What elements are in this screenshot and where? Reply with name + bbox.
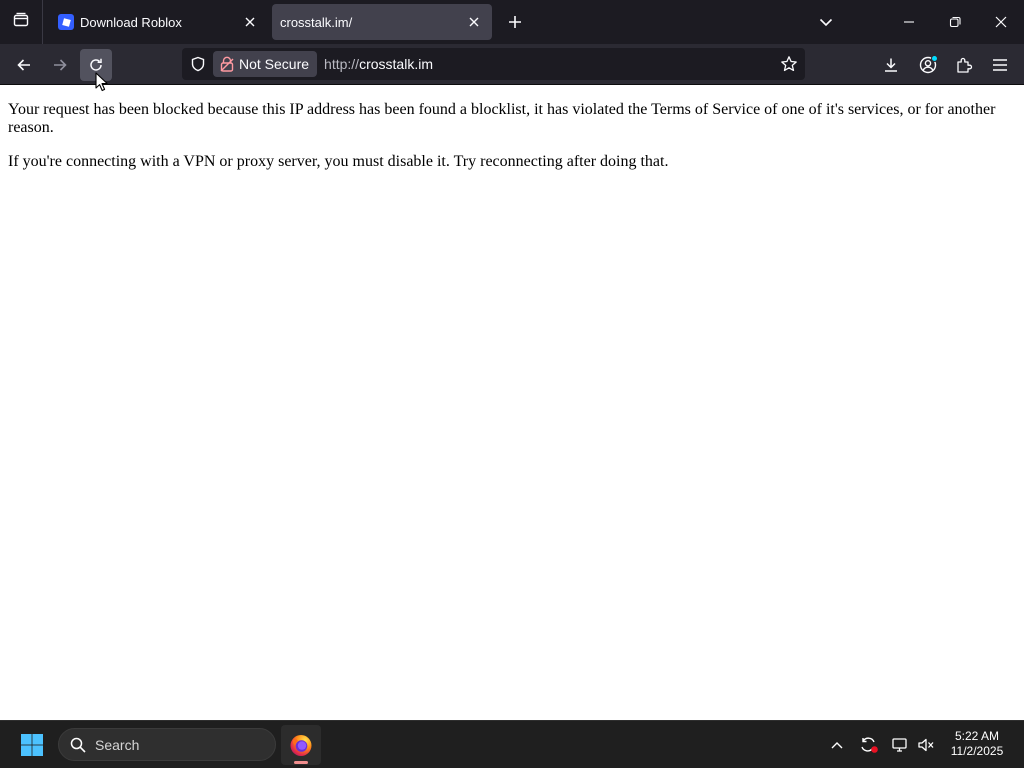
account-button[interactable]	[912, 49, 944, 81]
volume-muted-icon	[918, 738, 934, 752]
volume-tray-button[interactable]	[914, 729, 938, 761]
not-secure-label: Not Secure	[239, 56, 310, 72]
forward-button[interactable]	[44, 49, 76, 81]
taskbar: Search 5:22 AM 11/2/2025	[0, 720, 1024, 768]
tab-divider	[42, 0, 43, 44]
vpn-message: If you're connecting with a VPN or proxy…	[8, 153, 669, 170]
page-content: Your request has been blocked because th…	[0, 85, 1024, 720]
sync-tray-button[interactable]	[856, 729, 882, 761]
url-host: crosstalk.im	[359, 56, 433, 72]
url-scheme: http://	[324, 56, 360, 72]
firefox-taskbar-button[interactable]	[281, 725, 321, 765]
account-notification-dot	[931, 55, 938, 62]
app-menu-button[interactable]	[984, 49, 1016, 81]
hamburger-menu-icon	[993, 59, 1007, 71]
show-hidden-icons-button[interactable]	[826, 729, 848, 761]
lock-warning-icon	[219, 55, 235, 73]
tab-close-button[interactable]	[462, 10, 486, 34]
clock-date: 11/2/2025	[950, 744, 1004, 758]
tab-download-roblox[interactable]: Download Roblox	[46, 4, 268, 40]
tab-list-button[interactable]	[0, 0, 42, 44]
search-placeholder: Search	[95, 736, 140, 753]
reload-icon	[90, 58, 102, 71]
running-app-indicator	[294, 761, 308, 764]
system-clock[interactable]: 5:22 AM 11/2/2025	[944, 729, 1010, 759]
plus-icon	[509, 16, 521, 28]
bookmark-button[interactable]	[773, 48, 805, 80]
url-text[interactable]: http://crosstalk.im	[324, 56, 773, 72]
shield-icon	[191, 56, 205, 72]
restore-icon	[949, 16, 961, 28]
search-icon	[61, 737, 95, 753]
site-security-indicator[interactable]: Not Secure	[213, 51, 318, 77]
network-tray-button[interactable]	[888, 729, 912, 761]
downloads-button[interactable]	[875, 49, 907, 81]
close-window-button[interactable]	[978, 0, 1024, 44]
mouse-cursor-icon	[95, 72, 108, 92]
firefox-icon	[290, 735, 312, 756]
tracking-protection-button[interactable]	[183, 48, 213, 80]
tab-title: Download Roblox	[80, 14, 182, 30]
star-icon	[781, 56, 797, 72]
minimize-button[interactable]	[886, 0, 932, 44]
back-button[interactable]	[8, 49, 40, 81]
tab-list-icon	[12, 11, 30, 34]
tab-strip: Download Roblox crosstalk.im/	[0, 0, 1024, 44]
extensions-icon	[957, 57, 973, 73]
sync-icon	[861, 737, 878, 753]
tab-close-button[interactable]	[238, 10, 262, 34]
navigation-toolbar: Not Secure http://crosstalk.im	[0, 44, 1024, 85]
back-arrow-icon	[17, 59, 30, 71]
blocked-message: Your request has been blocked because th…	[8, 101, 996, 136]
extensions-button[interactable]	[948, 49, 980, 81]
minimize-icon	[904, 21, 914, 23]
windows-logo-icon	[21, 734, 43, 756]
restore-button[interactable]	[932, 0, 978, 44]
forward-arrow-icon	[54, 59, 67, 71]
download-icon	[885, 58, 897, 72]
roblox-icon	[58, 14, 74, 30]
close-icon	[995, 16, 1007, 28]
new-tab-button[interactable]	[501, 8, 529, 36]
close-icon	[245, 17, 255, 27]
network-icon	[892, 738, 907, 752]
taskbar-search-box[interactable]: Search	[58, 728, 276, 761]
chevron-up-icon	[831, 742, 843, 749]
tab-crosstalk[interactable]: crosstalk.im/	[272, 4, 492, 40]
clock-time: 5:22 AM	[954, 729, 1000, 743]
tab-title: crosstalk.im/	[280, 14, 353, 30]
chevron-down-icon	[819, 18, 833, 27]
close-icon	[469, 17, 479, 27]
list-all-tabs-button[interactable]	[811, 8, 841, 36]
address-bar[interactable]: Not Secure http://crosstalk.im	[182, 48, 805, 80]
start-button[interactable]	[12, 725, 52, 765]
